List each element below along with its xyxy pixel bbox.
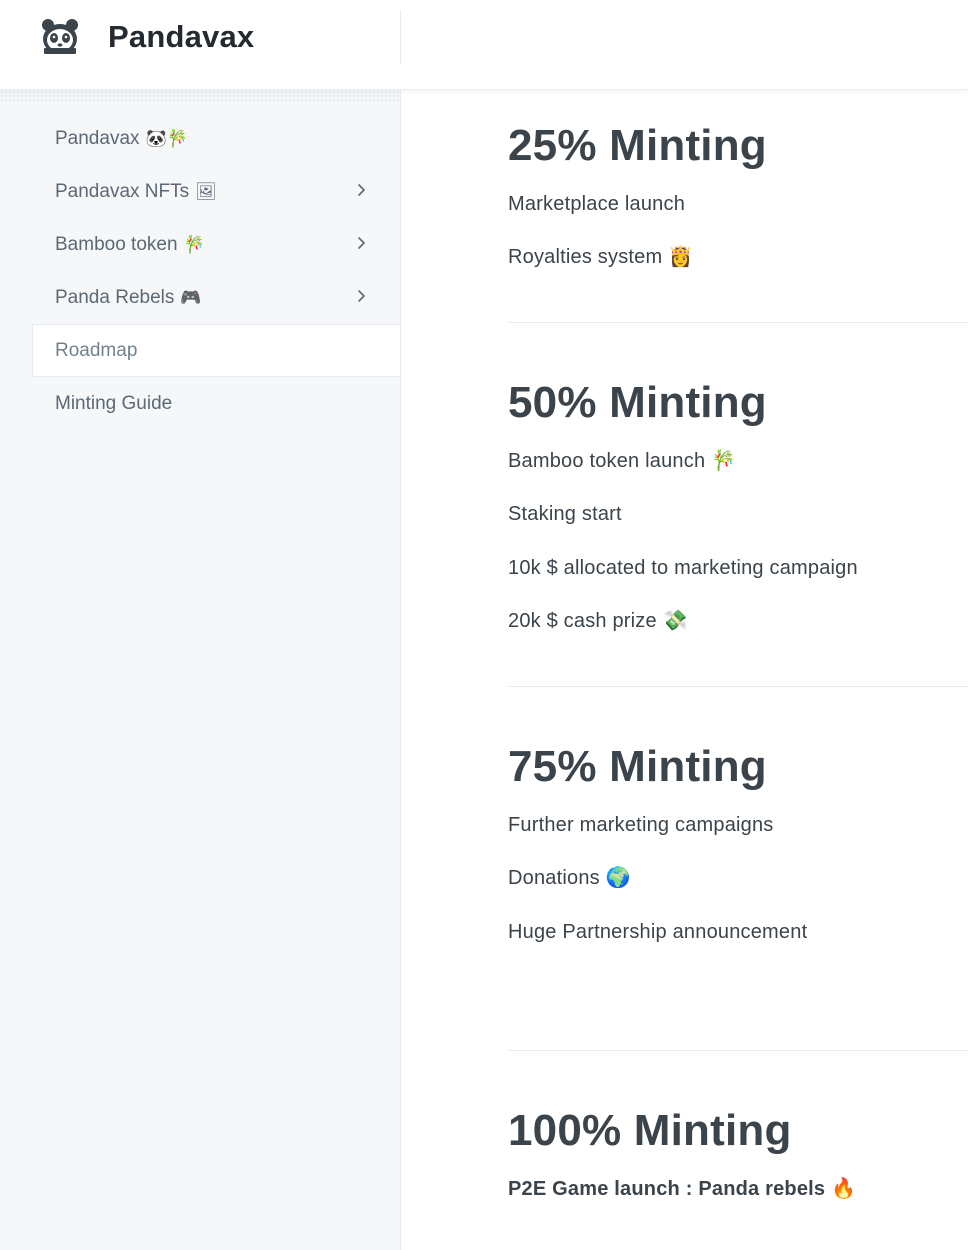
sidebar-top-fade [0,90,400,102]
roadmap-item: Further marketing campaigns [508,814,774,837]
sidebar-item-label: Roadmap [55,339,138,361]
chevron-right-icon[interactable] [354,289,368,303]
header-divider [400,10,401,64]
sidebar-item-pandavax-nfts[interactable]: Pandavax NFTs 🖼 [32,165,400,218]
roadmap-item: Royalties system 👸 [508,246,694,269]
roadmap-item: Bamboo token launch 🎋 [508,450,737,473]
sidebar-item-panda-rebels[interactable]: Panda Rebels 🎮 [32,271,400,324]
sidebar-item-label: Bamboo token [55,233,178,255]
roadmap-section-25: 25% Minting Marketplace launch Royalties… [508,121,767,269]
chevron-right-icon[interactable] [354,183,368,197]
sidebar-item-label: Panda Rebels [55,286,175,308]
section-heading: 100% Minting [508,1106,792,1155]
sidebar-item-label: Pandavax [55,127,140,149]
top-header: Pandavax [0,0,968,90]
roadmap-item: Marketplace launch [508,193,686,216]
sidebar-item-pandavax[interactable]: Pandavax 🐼🎋 [32,112,400,165]
roadmap-item: Staking start [508,503,622,526]
brand-link[interactable]: Pandavax [40,16,254,58]
sidebar-nav: Pandavax 🐼🎋 Pandavax NFTs 🖼 Bamboo token… [32,112,400,430]
panda-bamboo-emoji-icon: 🐼🎋 [145,128,188,148]
section-heading: 50% Minting [508,378,767,427]
section-divider [508,686,968,687]
roadmap-item: Donations 🌍 [508,867,631,890]
sidebar-item-roadmap[interactable]: Roadmap [32,324,400,377]
roadmap-item: 10k $ allocated to marketing campaign [508,557,858,580]
roadmap-section-75: 75% Minting Further marketing campaigns … [508,742,808,944]
roadmap-section-100: 100% Minting P2E Game launch : Panda reb… [508,1106,857,1201]
roadmap-item: P2E Game launch : Panda rebels 🔥 [508,1178,857,1201]
sidebar-item-bamboo-token[interactable]: Bamboo token 🎋 [32,218,400,271]
framed-picture-emoji-icon: 🖼 [195,181,217,201]
section-divider [508,322,968,323]
section-heading: 25% Minting [508,121,767,170]
sidebar-item-label: Minting Guide [55,392,173,414]
section-divider [508,1050,968,1051]
panda-logo-icon [42,19,78,54]
sidebar-item-label: Pandavax NFTs [55,180,190,202]
sidebar: Pandavax 🐼🎋 Pandavax NFTs 🖼 Bamboo token… [0,90,401,1250]
section-heading: 75% Minting [508,742,767,791]
chevron-right-icon[interactable] [354,236,368,250]
roadmap-item: 20k $ cash prize 💸 [508,610,688,633]
sidebar-item-minting-guide[interactable]: Minting Guide [32,377,400,430]
roadmap-section-50: 50% Minting Bamboo token launch 🎋 Stakin… [508,378,858,633]
site-title: Pandavax [108,19,255,54]
game-controller-emoji-icon: 🎮 [180,287,202,307]
bamboo-emoji-icon: 🎋 [183,234,205,254]
roadmap-item: Huge Partnership announcement [508,921,808,944]
